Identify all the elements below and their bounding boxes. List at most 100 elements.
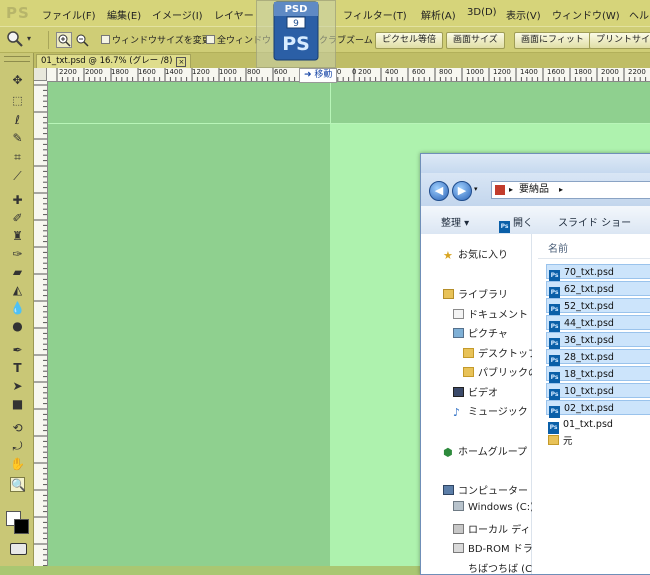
zoom-tool-icon[interactable] [6, 30, 24, 48]
tool-preset-chevron-icon[interactable]: ▾ [27, 34, 31, 43]
screen-size-button[interactable]: 画面サイズ [446, 32, 505, 49]
nav-drive-c[interactable]: Windows (C:) [453, 501, 534, 513]
crop-tool-icon[interactable]: ⌗ [10, 150, 25, 165]
ruler-label: 1400 [520, 68, 538, 76]
document-tab[interactable]: 01_txt.psd @ 16.7% (グレー /8) × [36, 54, 192, 68]
3d-orbit-tool-icon[interactable]: ⤾ [10, 439, 25, 454]
zoom-in-icon[interactable] [56, 32, 72, 48]
hand-tool-icon[interactable]: ✋ [10, 457, 25, 472]
nav-libraries[interactable]: ライブラリ [443, 286, 508, 301]
menu-image[interactable]: イメージ(I) [152, 7, 203, 22]
breadcrumb-separator-icon[interactable]: ▸ [559, 182, 563, 198]
back-icon[interactable]: ◀ [429, 181, 449, 201]
zoom-tool-selected-icon[interactable]: 🔍 [10, 477, 26, 492]
list-item[interactable]: Ps 44_txt.psd [546, 315, 650, 333]
nav-bdrom[interactable]: BD-ROM ドラ [453, 540, 533, 555]
vertical-ruler[interactable] [34, 81, 48, 566]
list-item[interactable]: Ps 52_txt.psd [546, 298, 650, 316]
zoom-out-icon[interactable] [74, 32, 90, 48]
nav-music[interactable]: ♪ ミュージック [453, 403, 528, 418]
paint-bucket-tool-icon[interactable]: ◭ [10, 283, 25, 298]
organize-button[interactable]: 整理 ▾ [441, 214, 469, 229]
guide-line [330, 82, 331, 123]
nav-favorites[interactable]: ★ お気に入り [443, 246, 508, 261]
eraser-tool-icon[interactable]: ▰ [10, 265, 25, 280]
list-item[interactable]: Ps 70_txt.psd [546, 264, 650, 282]
toolbox-grip[interactable] [4, 56, 30, 62]
list-item[interactable]: Ps 02_txt.psd [546, 400, 650, 418]
list-item[interactable]: Ps 18_txt.psd [546, 366, 650, 384]
breadcrumb-separator-icon[interactable]: ▸ [509, 182, 513, 198]
3d-rotate-tool-icon[interactable]: ⟲ [10, 421, 25, 436]
menu-view[interactable]: 表示(V) [506, 7, 541, 22]
explorer-titlebar[interactable] [421, 154, 650, 173]
rectangle-tool-icon[interactable]: ■ [10, 397, 25, 412]
menu-window[interactable]: ウィンドウ(W) [552, 7, 620, 22]
list-item[interactable]: Ps 36_txt.psd [546, 332, 650, 350]
dodge-tool-icon[interactable]: ● [10, 319, 25, 334]
menu-file[interactable]: ファイル(F) [42, 7, 96, 22]
nav-homegroup[interactable]: ⬢ ホームグループ [443, 443, 527, 458]
list-item[interactable]: Ps 01_txt.psd [546, 417, 650, 434]
column-header-name[interactable]: 名前 [548, 240, 568, 255]
pen-tool-icon[interactable]: ✒ [10, 343, 25, 358]
navigation-pane: ★ お気に入り ライブラリ ドキュメント ピクチャ デスクトップ パブリックの ビ… [421, 234, 538, 575]
quick-mask-icon[interactable] [10, 543, 27, 555]
nav-desktop[interactable]: デスクトップ [461, 345, 538, 360]
menu-analysis[interactable]: 解析(A) [421, 7, 456, 22]
move-tool-icon[interactable]: ✥ [10, 73, 25, 88]
nav-videos[interactable]: ビデオ [453, 384, 498, 399]
marquee-tool-icon[interactable]: ⬚ [10, 93, 25, 108]
list-item[interactable]: Ps 62_txt.psd [546, 281, 650, 299]
folder-app-icon [495, 185, 505, 195]
nav-computer[interactable]: コンピューター [443, 482, 528, 497]
menu-layer[interactable]: レイヤー [214, 7, 254, 22]
eyedropper-tool-icon[interactable]: ⟋ [10, 169, 25, 184]
explorer-window[interactable]: ◀ ▶ ▾ ▸ 要納品 ▸ 整理 ▾ Ps 開く スライド ショー ★ お気に入り … [420, 153, 650, 575]
library-icon [443, 289, 454, 299]
document-tab-title: 01_txt.psd @ 16.7% (グレー /8) [41, 56, 173, 66]
quick-selection-tool-icon[interactable]: ✎ [10, 131, 25, 146]
ruler-label: 1200 [493, 68, 511, 76]
ruler-origin[interactable] [34, 68, 47, 81]
horizontal-ruler[interactable]: 2200 2000 1800 1600 1400 1200 1000 800 6… [47, 68, 650, 82]
pictures-icon [453, 328, 464, 338]
clone-stamp-tool-icon[interactable]: ♜ [10, 229, 25, 244]
actual-pixels-button[interactable]: ピクセル等倍 [375, 32, 444, 49]
lasso-tool-icon[interactable]: ℓ [10, 113, 25, 128]
type-tool-icon[interactable]: T [10, 361, 25, 376]
menu-3d[interactable]: 3D(D) [467, 7, 497, 18]
open-button[interactable]: Ps 開く [499, 214, 533, 233]
menu-edit[interactable]: 編集(E) [107, 7, 141, 22]
list-item[interactable]: Ps 10_txt.psd [546, 383, 650, 401]
nav-public[interactable]: パブリックの [461, 364, 538, 379]
address-field[interactable]: ▸ 要納品 ▸ [491, 181, 650, 199]
psd-file-drag-icon: PSD 9 PS [273, 1, 319, 61]
drive-icon [453, 501, 464, 511]
list-item[interactable]: Ps 28_txt.psd [546, 349, 650, 367]
close-tab-icon[interactable]: × [176, 57, 187, 67]
fit-screen-button[interactable]: 画面にフィット [514, 32, 591, 49]
nav-drive-d[interactable]: ローカル ディ [453, 521, 530, 536]
drive-icon [453, 524, 464, 534]
print-size-button[interactable]: プリントサイズ [589, 32, 650, 49]
resize-windows-checkbox[interactable]: ウィンドウサイズを変更 [101, 33, 211, 46]
nav-documents[interactable]: ドキュメント [453, 306, 528, 321]
path-selection-tool-icon[interactable]: ➤ [10, 379, 25, 394]
background-color-swatch[interactable] [14, 519, 29, 534]
breadcrumb-folder[interactable]: 要納品 [519, 182, 549, 198]
history-brush-tool-icon[interactable]: ✑ [10, 247, 25, 262]
brush-tool-icon[interactable]: ✐ [10, 211, 25, 226]
list-item[interactable]: 元 [546, 434, 650, 449]
recent-pages-chevron-icon[interactable]: ▾ [474, 185, 478, 193]
nav-pictures[interactable]: ピクチャ [453, 325, 508, 340]
healing-brush-tool-icon[interactable]: ✚ [10, 193, 25, 208]
nav-partial[interactable]: ちばつちば (C [453, 560, 532, 575]
menu-filter[interactable]: フィルター(T) [343, 7, 407, 22]
ruler-label: 800 [439, 68, 453, 76]
menu-help[interactable]: ヘル [629, 7, 649, 22]
folder-icon [548, 435, 559, 445]
forward-icon[interactable]: ▶ [452, 181, 472, 201]
slideshow-button[interactable]: スライド ショー [558, 214, 631, 229]
blur-tool-icon[interactable]: 💧 [10, 301, 25, 316]
